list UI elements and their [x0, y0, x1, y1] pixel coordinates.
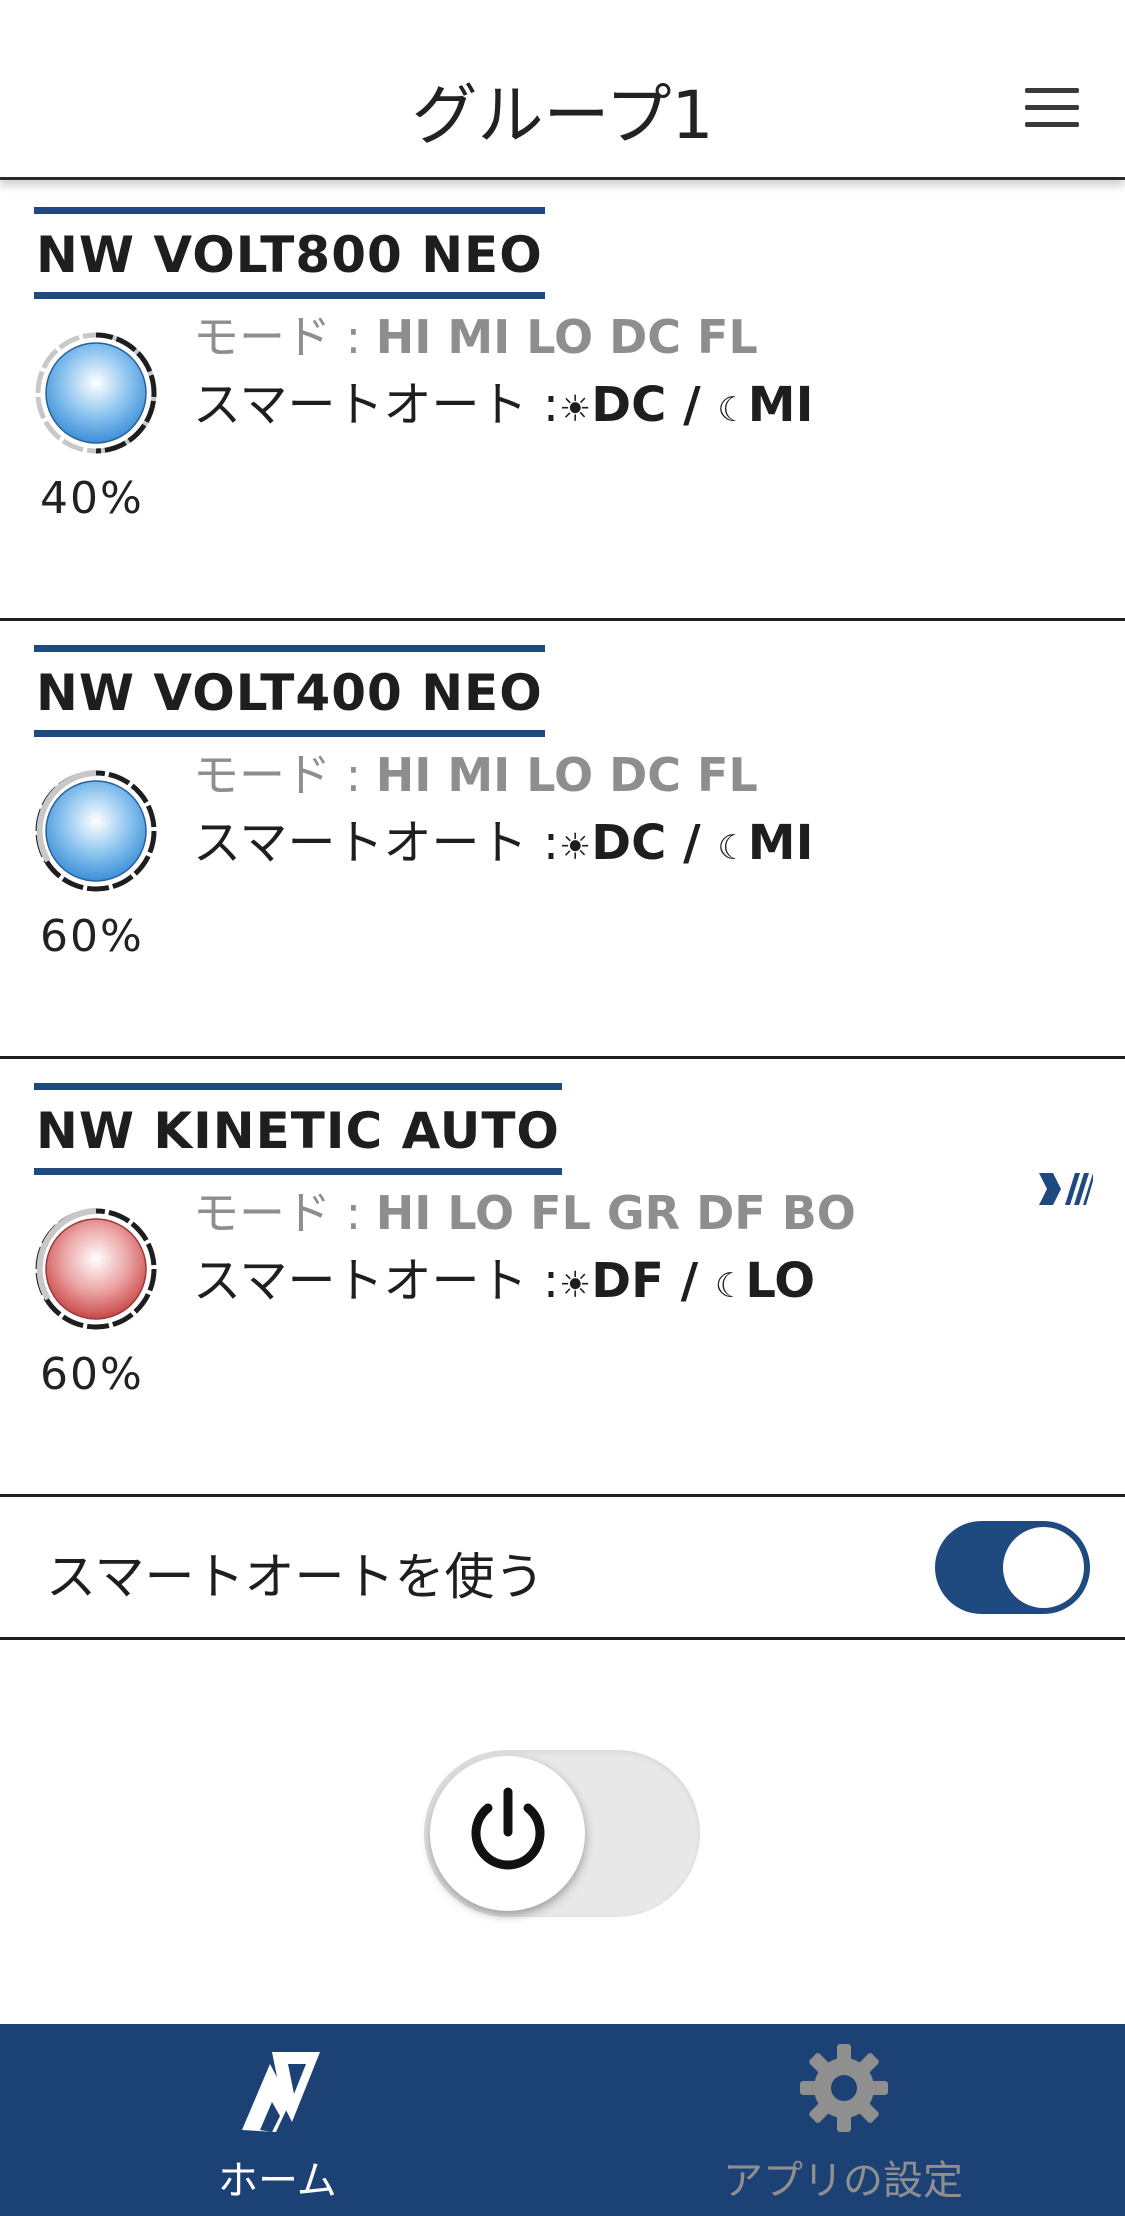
page-title: グループ1	[411, 77, 714, 154]
light-level-knob[interactable]	[34, 1207, 158, 1331]
brightness-percent: 40%	[40, 473, 144, 524]
mode-separator: /	[666, 815, 718, 871]
moon-icon: ☾	[714, 1266, 746, 1306]
mode-label: モード :	[193, 1186, 376, 1240]
power-knob[interactable]	[430, 1756, 585, 1911]
light-level-knob[interactable]	[34, 331, 158, 455]
smart-auto-toggle-label: スマートオートを使う	[46, 1548, 545, 1606]
night-mode: MI	[747, 377, 814, 433]
sun-icon: ☀	[559, 1265, 592, 1306]
day-mode: DF	[591, 1253, 664, 1309]
mode-label: モード :	[193, 310, 376, 364]
moon-icon: ☾	[717, 828, 748, 868]
night-mode: MI	[747, 815, 814, 871]
smart-auto-label: スマートオート :	[193, 1253, 559, 1309]
hamburger-menu-icon[interactable]	[1025, 88, 1079, 128]
mode-line: モード : HI MI LO DC FL	[193, 301, 758, 367]
moon-icon: ☾	[717, 390, 748, 430]
gear-icon	[800, 2044, 888, 2132]
header-bar: グループ1	[0, 0, 1125, 180]
sun-icon: ☀	[559, 389, 592, 430]
mode-list: HI MI LO DC FL	[375, 748, 758, 802]
device-card-volt800[interactable]: NW VOLT800 NEO 40% モード : HI MI LO DC FL …	[0, 183, 1125, 621]
smart-auto-line: スマートオート :☀DF / ☾LO	[193, 1241, 815, 1311]
power-switch[interactable]	[424, 1750, 700, 1917]
mode-label: モード :	[193, 748, 376, 802]
device-card-kinetic-auto[interactable]: NW KINETIC AUTO 60% モード : HI LO FL GR DF…	[0, 1059, 1125, 1497]
smart-auto-label: スマートオート :	[193, 815, 559, 871]
brightness-percent: 60%	[40, 911, 144, 962]
device-name: NW VOLT400 NEO	[34, 645, 545, 737]
device-name: NW VOLT800 NEO	[34, 207, 545, 299]
toggle-thumb	[1003, 1527, 1084, 1608]
day-mode: DC	[591, 377, 667, 433]
device-name: NW KINETIC AUTO	[34, 1083, 562, 1175]
night-mode: LO	[745, 1253, 816, 1309]
smart-auto-toggle[interactable]	[935, 1521, 1090, 1614]
smart-auto-row: スマートオートを使う	[0, 1497, 1125, 1640]
tab-home-label: ホーム	[218, 2158, 337, 2204]
tab-settings-label: アプリの設定	[723, 2158, 963, 2204]
light-level-knob[interactable]	[34, 769, 158, 893]
app-screen: グループ1 NW VOLT800 NEO 40% モード : HI MI LO …	[0, 0, 1125, 2216]
nw-home-logo-icon	[242, 2052, 320, 2132]
sun-icon: ☀	[559, 827, 592, 868]
mode-separator: /	[663, 1253, 715, 1309]
mode-line: モード : HI LO FL GR DF BO	[193, 1177, 856, 1243]
power-icon	[471, 1787, 545, 1870]
brightness-percent: 60%	[40, 1349, 144, 1400]
tab-app-settings[interactable]: アプリの設定	[562, 2024, 1124, 2216]
bottom-tab-bar: ホーム アプリの設定	[0, 2024, 1125, 2216]
mode-line: モード : HI MI LO DC FL	[193, 739, 758, 805]
nw-logo-icon	[1039, 1173, 1093, 1205]
smart-auto-label: スマートオート :	[193, 377, 559, 433]
mode-list: HI MI LO DC FL	[375, 310, 758, 364]
smart-auto-line: スマートオート :☀DC / ☾MI	[193, 365, 813, 435]
mode-list: HI LO FL GR DF BO	[375, 1186, 856, 1240]
smart-auto-line: スマートオート :☀DC / ☾MI	[193, 803, 813, 873]
day-mode: DC	[591, 815, 667, 871]
device-card-volt400[interactable]: NW VOLT400 NEO 60% モード : HI MI LO DC FL …	[0, 621, 1125, 1059]
tab-home[interactable]: ホーム	[0, 2024, 562, 2216]
mode-separator: /	[666, 377, 718, 433]
